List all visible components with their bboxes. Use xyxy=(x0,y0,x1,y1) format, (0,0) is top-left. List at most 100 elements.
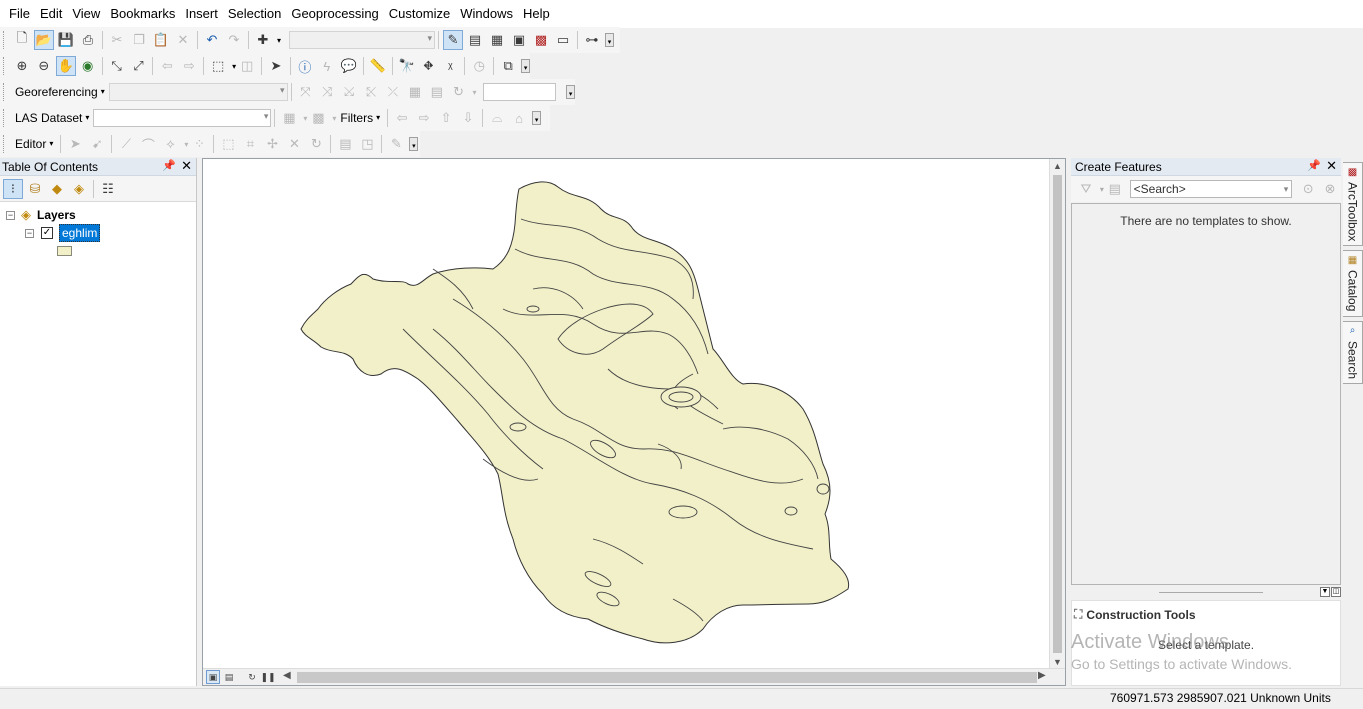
toolbar-overflow-icon[interactable]: ▾ xyxy=(532,111,542,125)
map-scale-combo[interactable]: ▾ xyxy=(289,31,436,49)
toolbar-overflow-icon[interactable]: ▾ xyxy=(409,137,419,151)
tab-arctoolbox[interactable]: ▩ ArcToolbox xyxy=(1343,162,1363,247)
redo-icon[interactable]: ↷ xyxy=(224,30,244,50)
new-document-icon[interactable]: 🗋 xyxy=(12,30,32,50)
cut-icon[interactable]: ✂ xyxy=(107,30,127,50)
layer-symbol-swatch[interactable] xyxy=(57,246,72,256)
clear-selection-icon[interactable]: ◫ xyxy=(237,56,257,76)
panel-splitter[interactable] xyxy=(1159,592,1263,594)
editor-toolbar-icon[interactable]: ✎ xyxy=(443,30,464,50)
menu-customize[interactable]: Customize xyxy=(384,0,455,28)
layer-legend-row[interactable] xyxy=(0,242,196,260)
polygon-outline[interactable] xyxy=(300,181,850,644)
rotate-icon[interactable]: ⤧ xyxy=(296,82,316,102)
las-dataset-menu[interactable]: LAS Dataset ▾ xyxy=(11,108,93,128)
link-table-icon[interactable]: ▦ xyxy=(405,82,425,102)
menu-bookmarks[interactable]: Bookmarks xyxy=(105,0,180,28)
chevron-down-icon[interactable]: ▾ xyxy=(277,36,281,45)
toolbar-overflow-icon[interactable]: ▾ xyxy=(605,33,615,47)
filters-menu[interactable]: Filters ▾ xyxy=(336,108,384,128)
straight-segment-icon[interactable]: ⟋ xyxy=(116,134,136,154)
table-of-contents-icon[interactable]: ▤ xyxy=(465,30,485,50)
pan-icon[interactable]: ✋ xyxy=(55,56,76,76)
options-icon[interactable]: ☷ xyxy=(98,179,118,199)
fixed-zoom-in-icon[interactable]: ⤡ xyxy=(107,56,127,76)
python-window-icon[interactable]: ▭ xyxy=(553,30,573,50)
print-icon[interactable]: ⎙ xyxy=(78,30,98,50)
map-canvas[interactable] xyxy=(203,159,1051,669)
select-link-icon[interactable]: ⤫ xyxy=(383,82,403,102)
pin-icon[interactable]: 📌 xyxy=(162,159,176,172)
scale-icon[interactable]: ⤩ xyxy=(339,82,359,102)
undo-icon[interactable]: ↶ xyxy=(202,30,222,50)
menu-geoprocessing[interactable]: Geoprocessing xyxy=(286,0,383,28)
menu-view[interactable]: View xyxy=(67,0,105,28)
layer-row[interactable]: − ✓ eghlim xyxy=(0,224,196,242)
data-view-icon[interactable]: ▣ xyxy=(206,670,220,684)
layout-view-icon[interactable]: ▤ xyxy=(222,670,236,684)
scroll-up-icon[interactable]: ▲ xyxy=(1053,161,1062,171)
las-dataset-combo[interactable]: ▾ xyxy=(93,109,272,127)
find-route-icon[interactable]: ⛖ xyxy=(418,56,438,76)
collapse-down-icon[interactable]: ▼ xyxy=(1320,587,1330,597)
organize-templates-icon[interactable]: ⛛ xyxy=(1076,179,1096,199)
rotate-dial-icon[interactable]: ↻ xyxy=(449,82,469,102)
scroll-right-icon[interactable]: ▶ xyxy=(1038,670,1046,681)
pin-icon[interactable]: 📌 xyxy=(1307,159,1321,172)
add-data-icon[interactable]: ✚ xyxy=(253,30,273,50)
list-by-source-icon[interactable]: ⛁ xyxy=(25,179,45,199)
modelbuilder-icon[interactable]: ⊶ xyxy=(582,30,602,50)
rotate-edit-icon[interactable]: ↻ xyxy=(306,134,326,154)
list-by-drawing-order-icon[interactable]: ⁝ xyxy=(3,178,23,199)
tab-catalog[interactable]: ▦ Catalog xyxy=(1343,250,1363,317)
zoom-in-icon[interactable]: ⊕ xyxy=(12,56,32,76)
template-list[interactable]: There are no templates to show. xyxy=(1071,203,1341,585)
copy-icon[interactable]: ❐ xyxy=(129,30,149,50)
menu-selection[interactable]: Selection xyxy=(223,0,286,28)
toolbar-grip[interactable] xyxy=(3,57,9,75)
arrow-down-icon[interactable]: ⇩ xyxy=(458,108,478,128)
collapse-icon[interactable]: − xyxy=(6,210,15,220)
layer-visibility-checkbox[interactable]: ✓ xyxy=(41,227,53,239)
restore-icon[interactable]: ◫ xyxy=(1331,587,1341,597)
menu-edit[interactable]: Edit xyxy=(35,0,67,28)
html-popup-icon[interactable]: 💬 xyxy=(339,56,359,76)
chevron-down-icon[interactable]: ▾ xyxy=(473,88,477,97)
split-icon[interactable]: ✕ xyxy=(284,134,304,154)
open-icon[interactable]: 📂 xyxy=(34,30,54,50)
clear-search-icon[interactable]: ⊗ xyxy=(1320,179,1340,199)
search-window-icon[interactable]: ▣ xyxy=(509,30,529,50)
scroll-down-icon[interactable]: ▼ xyxy=(1053,657,1062,667)
identify-icon[interactable]: ⓘ xyxy=(295,56,315,76)
create-viewer-window-icon[interactable]: ⧉ xyxy=(498,56,518,76)
fixed-zoom-out-icon[interactable]: ⤢ xyxy=(129,56,149,76)
hyperlink-icon[interactable]: ϟ xyxy=(317,56,337,76)
catalog-window-icon[interactable]: ▦ xyxy=(487,30,507,50)
delete-icon[interactable]: ✕ xyxy=(173,30,193,50)
point-symbology-icon[interactable]: ▦ xyxy=(279,108,299,128)
paste-icon[interactable]: 📋 xyxy=(151,30,171,50)
menu-insert[interactable]: Insert xyxy=(180,0,223,28)
map-vertical-scrollbar[interactable]: ▲ ▼ xyxy=(1049,159,1065,669)
attributes-icon[interactable]: ▤ xyxy=(335,134,355,154)
trace-icon[interactable]: ⟡ xyxy=(160,134,180,154)
surface-symbology-icon[interactable]: ▩ xyxy=(308,108,328,128)
close-icon[interactable]: ✕ xyxy=(181,158,192,174)
menu-windows[interactable]: Windows xyxy=(455,0,518,28)
go-to-xy-icon[interactable]: ᵡ xyxy=(440,56,460,76)
arrow-up-icon[interactable]: ⇧ xyxy=(436,108,456,128)
scroll-left-icon[interactable]: ◀ xyxy=(283,670,291,681)
reshape-icon[interactable]: ⌗ xyxy=(240,134,260,154)
template-search-input[interactable]: <Search> ▾ xyxy=(1129,180,1293,198)
add-control-points-icon[interactable]: ⤪ xyxy=(361,82,381,102)
rotation-input[interactable] xyxy=(482,83,557,101)
toolbar-grip[interactable] xyxy=(3,109,9,127)
template-view-icon[interactable]: ▤ xyxy=(1105,179,1125,199)
endpoint-arc-icon[interactable]: ⌒ xyxy=(138,134,158,154)
select-elements-icon[interactable]: ➤ xyxy=(266,56,286,76)
cut-polygons-icon[interactable]: ✢ xyxy=(262,134,282,154)
profile-view-icon[interactable]: ⌓ xyxy=(487,108,507,128)
zoom-out-icon[interactable]: ⊖ xyxy=(34,56,54,76)
search-icon[interactable]: ⊙ xyxy=(1298,179,1318,199)
3d-view-icon[interactable]: ⌂ xyxy=(509,108,529,128)
